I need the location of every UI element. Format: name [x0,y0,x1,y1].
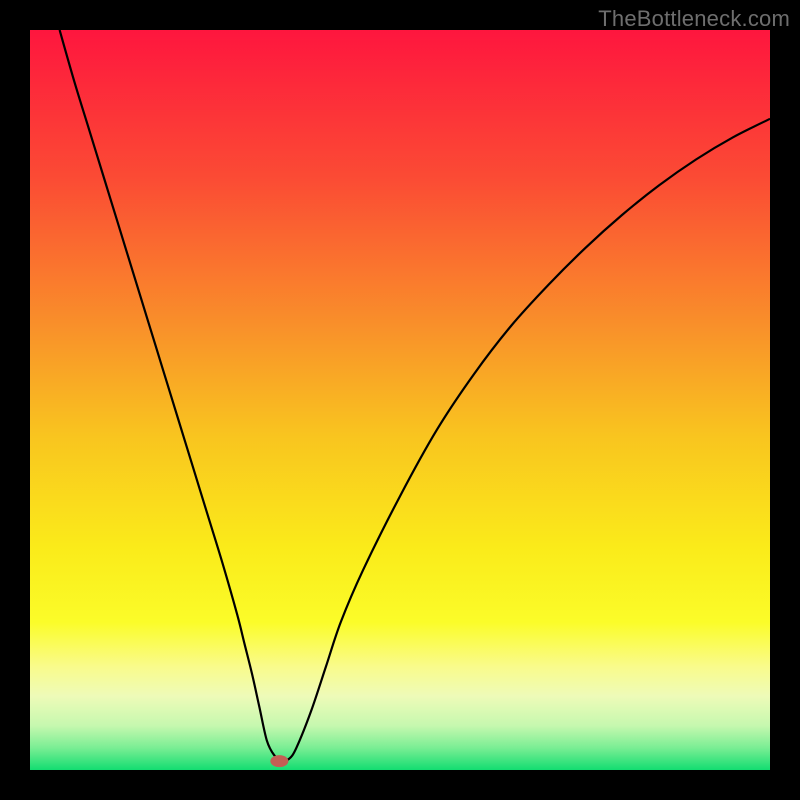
plot-area [30,30,770,770]
chart-svg [30,30,770,770]
watermark-text: TheBottleneck.com [598,6,790,32]
gradient-background [30,30,770,770]
chart-frame: TheBottleneck.com [0,0,800,800]
highlight-marker [270,755,288,767]
